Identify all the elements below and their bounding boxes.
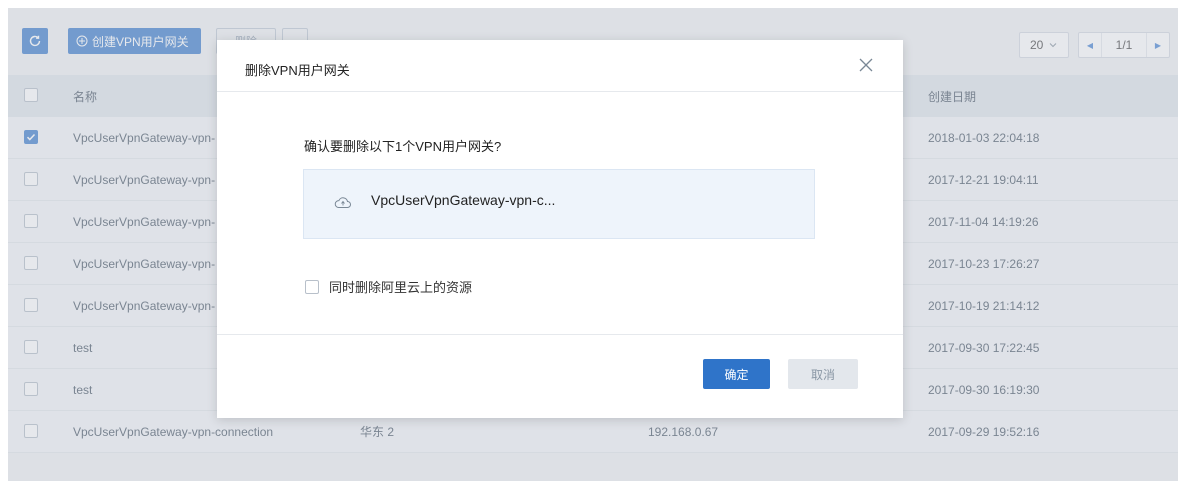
dialog-question: 确认要删除以下1个VPN用户网关? — [304, 139, 502, 154]
vpn-gateway-list-page: 创建VPN用户网关 删除 20 ◀ 1/1 ▶ 名称 创建日期 VpcUserV… — [8, 8, 1178, 481]
dialog-title: 删除VPN用户网关 — [245, 63, 350, 78]
also-delete-checkbox[interactable] — [305, 279, 319, 294]
also-delete-label: 同时删除阿里云上的资源 — [329, 280, 473, 295]
delete-dialog: 删除VPN用户网关 确认要删除以下1个VPN用户网关? VpcUserVpnGa… — [217, 40, 903, 418]
cancel-button[interactable]: 取消 — [788, 359, 858, 389]
confirm-button[interactable]: 确定 — [703, 359, 770, 389]
cloud-icon — [334, 197, 351, 208]
page: 创建VPN用户网关 删除 20 ◀ 1/1 ▶ 名称 创建日期 VpcUserV… — [0, 0, 1178, 481]
dialog-header: 删除VPN用户网关 — [217, 40, 903, 92]
close-icon[interactable] — [857, 56, 875, 74]
also-delete-cloud-option[interactable]: 同时删除阿里云上的资源 — [305, 277, 472, 296]
item-to-delete: VpcUserVpnGateway-vpn-c... — [303, 169, 815, 239]
dialog-footer: 确定 取消 — [217, 334, 903, 418]
item-name: VpcUserVpnGateway-vpn-c... — [371, 192, 556, 208]
